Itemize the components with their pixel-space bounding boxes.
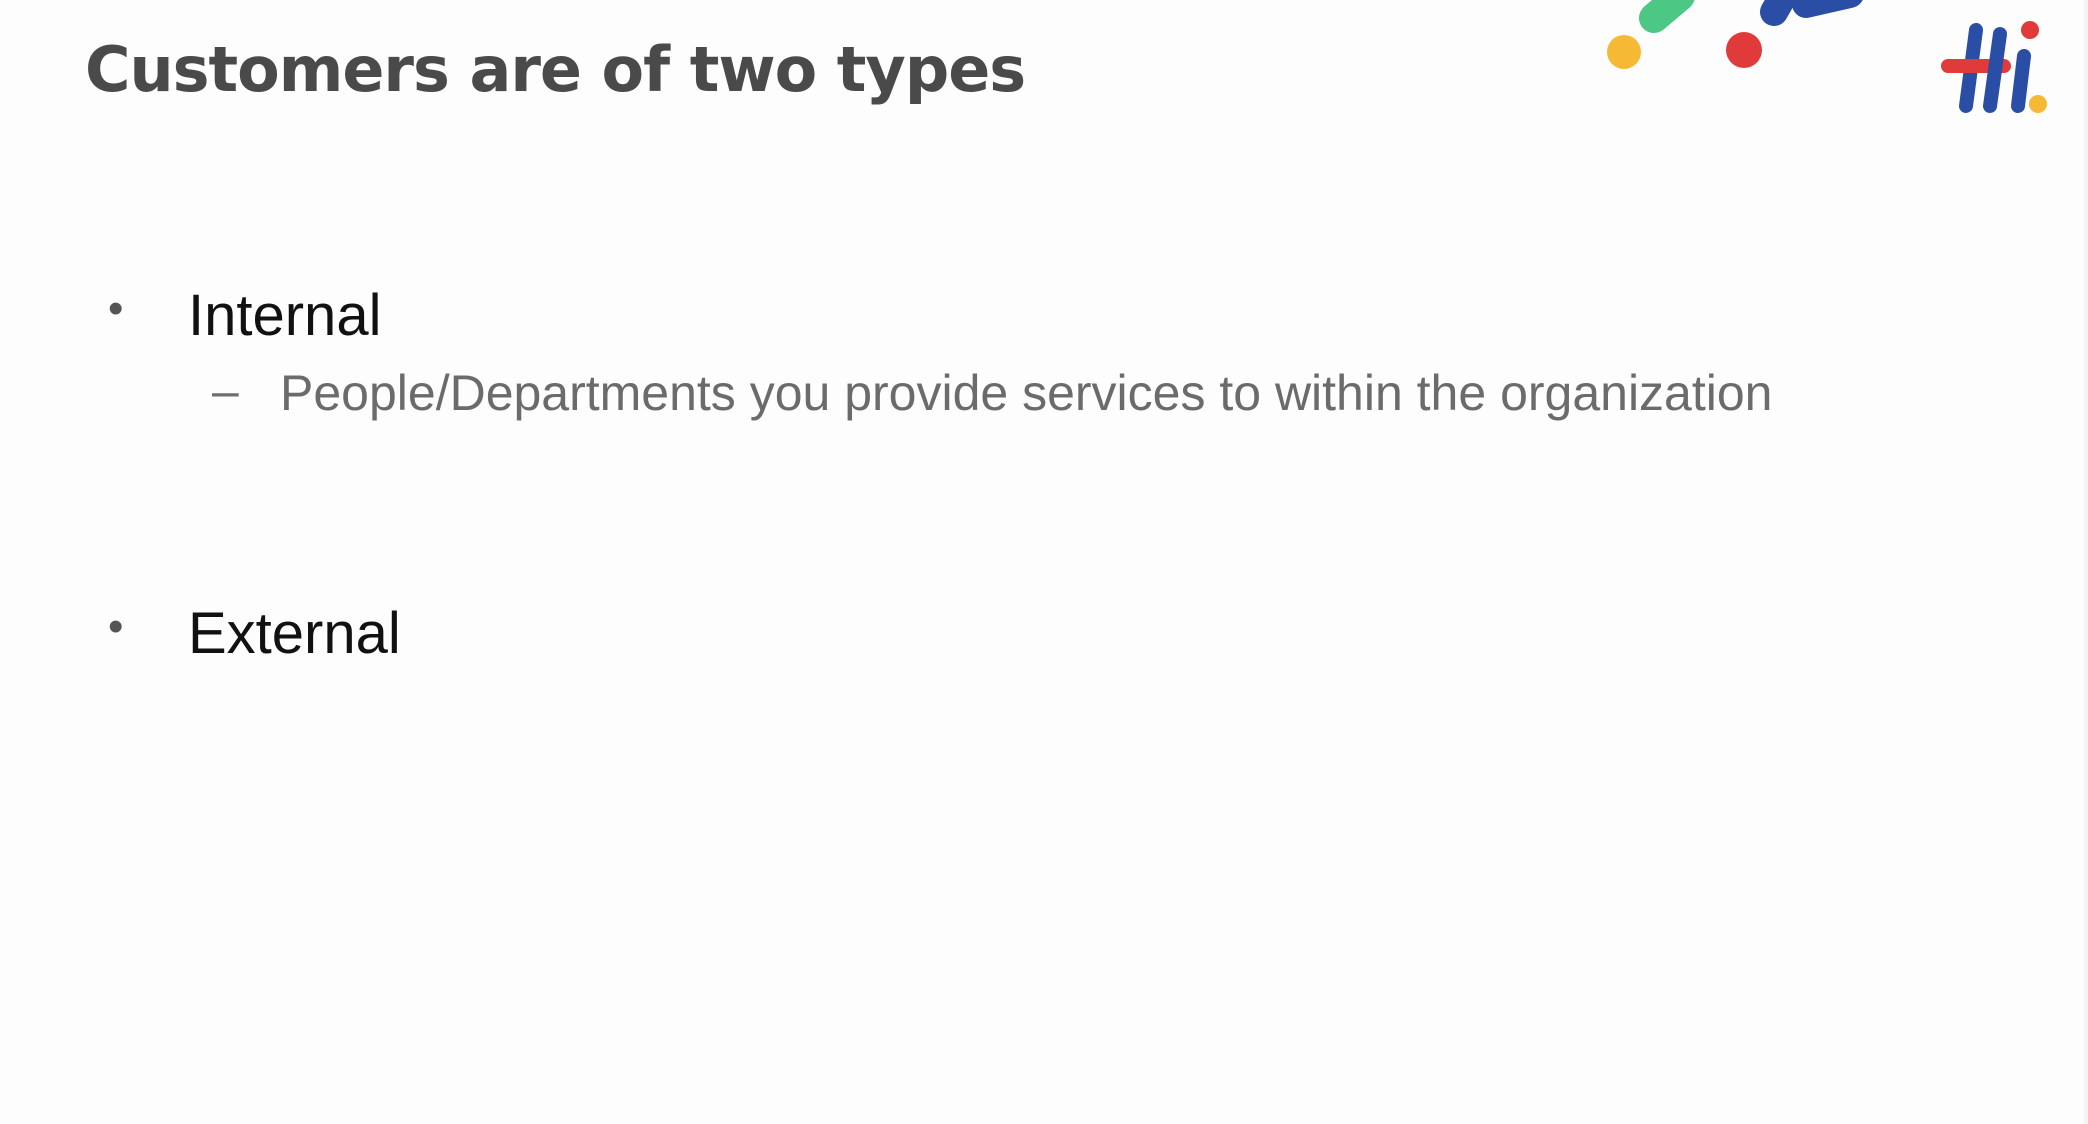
blue-stroke	[1760, 0, 1863, 26]
sub-bullet-text: People/Departments you provide services …	[280, 365, 1773, 421]
logo-h-right-stem	[1983, 27, 2007, 113]
window-edge	[2084, 0, 2088, 1124]
dash-marker: –	[212, 365, 239, 418]
slide: Customers are of two types • Internal – …	[0, 0, 2084, 1124]
red-dot	[1726, 32, 1762, 68]
logo-i-stem	[2011, 49, 2031, 113]
bullet-marker: •	[108, 602, 124, 651]
decorative-dots-graphic	[1607, 0, 1863, 69]
bullet-label: External	[188, 601, 401, 666]
yellow-dot	[1607, 35, 1641, 69]
logo-i-dot	[2021, 21, 2039, 39]
green-stroke	[1639, 0, 1695, 33]
bullet-marker: •	[108, 284, 124, 333]
slide-title: Customers are of two types	[85, 33, 1026, 106]
bullet-label: Internal	[188, 283, 382, 348]
logo-period-dot	[2029, 95, 2047, 113]
hi-logo-icon	[1941, 21, 2047, 113]
